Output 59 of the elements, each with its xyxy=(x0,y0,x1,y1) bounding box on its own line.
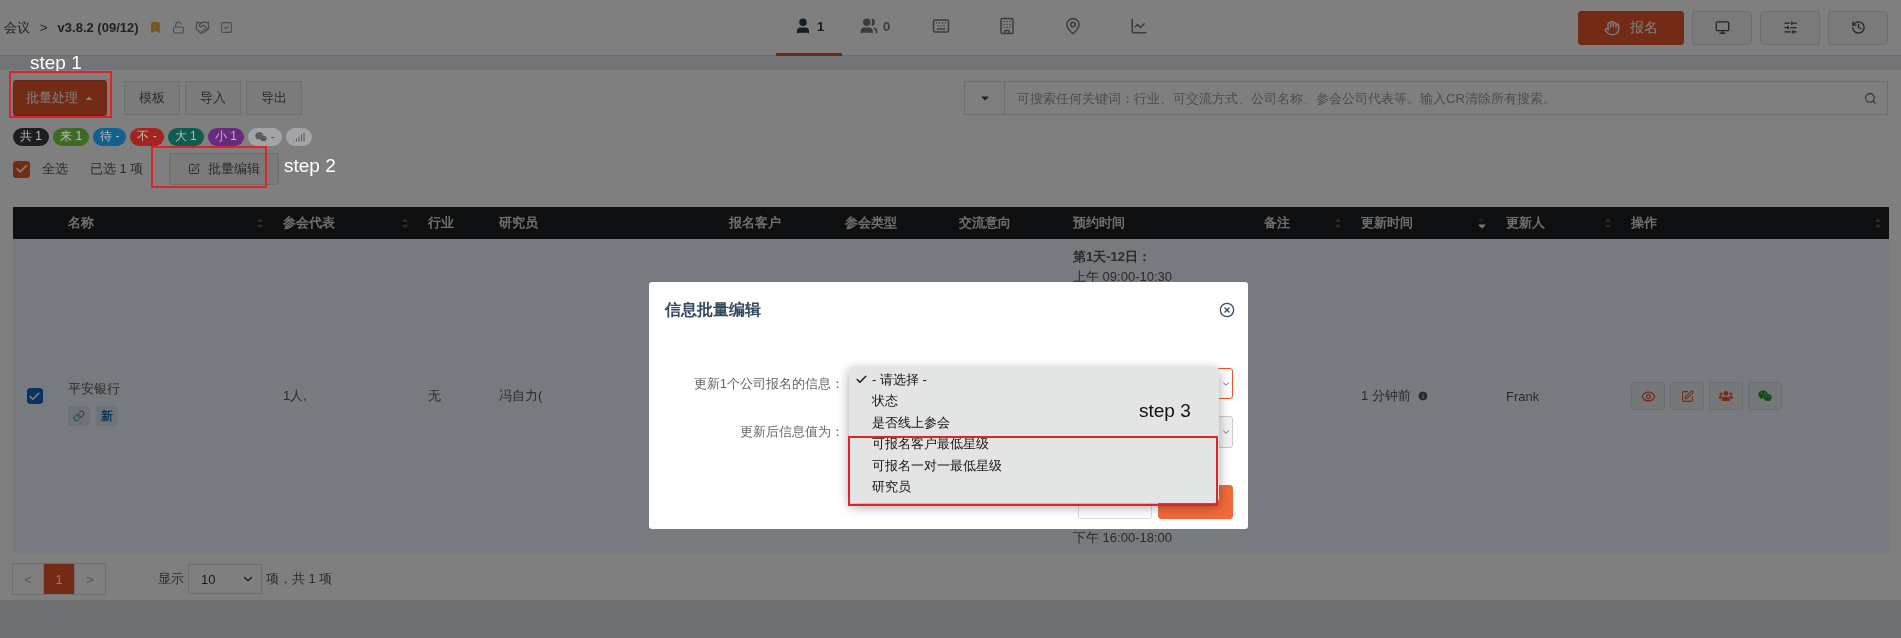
table-cell: 上午 09:00-10:30 xyxy=(1073,268,1172,286)
column-header[interactable]: 更新人 xyxy=(1506,214,1545,232)
register-button[interactable]: 报名 xyxy=(1578,10,1684,45)
dropdown-option[interactable]: 研究员 xyxy=(872,478,911,497)
breadcrumb-separator: > xyxy=(40,20,48,35)
breadcrumb-link[interactable]: 会议 xyxy=(4,18,30,37)
status-tag[interactable]: 不 - xyxy=(130,127,164,146)
prev-page-button[interactable]: < xyxy=(12,563,44,595)
table-cell: 1 分钟前 xyxy=(1361,387,1411,405)
column-header[interactable]: 预约时间 xyxy=(1073,214,1125,232)
status-tag[interactable]: 来 1 xyxy=(53,127,90,146)
dropdown-option[interactable]: 是否线上参会 xyxy=(872,413,950,432)
dropdown-option[interactable]: 可报名一对一最低星级 xyxy=(872,456,1002,475)
new-badge: 新 xyxy=(96,406,118,426)
batch-edit-button[interactable]: 批量编辑 xyxy=(169,153,280,185)
dropdown-option[interactable]: - 请选择 - xyxy=(872,370,927,389)
toolbar-button[interactable]: 导出 xyxy=(246,81,302,115)
table-cell: 1人, xyxy=(283,387,307,405)
selected-count: 已选 1 项 xyxy=(90,160,144,178)
table-cell: 无 xyxy=(428,387,441,405)
page-button[interactable]: 1 xyxy=(43,563,75,595)
column-header[interactable]: 参会类型 xyxy=(845,214,897,232)
status-tag[interactable]: 大 1 xyxy=(167,127,204,146)
status-tag[interactable]: 待 - xyxy=(93,127,127,146)
column-header[interactable]: 报名客户 xyxy=(729,214,781,232)
page-summary: 项，共 1 项 xyxy=(266,570,333,588)
dropdown-option[interactable]: 状态 xyxy=(872,392,898,411)
batch-process-button[interactable]: 批量处理 xyxy=(13,80,107,116)
column-header[interactable]: 名称 xyxy=(68,214,94,232)
version-label: v3.8.2 (09/12) xyxy=(57,20,139,35)
step-label: step 2 xyxy=(284,155,336,177)
wechat-tag[interactable]: - xyxy=(247,127,282,146)
field-label: 更新1个公司报名的信息： xyxy=(692,374,845,393)
select-all-label: 全选 xyxy=(42,160,68,178)
dialog-title: 信息批量编辑 xyxy=(665,300,761,320)
column-header[interactable]: 交流意向 xyxy=(959,214,1011,232)
table-cell: Frank xyxy=(1506,388,1540,404)
table-cell: 第1天-12日： xyxy=(1073,248,1152,266)
status-tag[interactable]: 小 1 xyxy=(207,127,244,146)
show-label: 显示 xyxy=(158,570,184,588)
page-size-select[interactable]: 10 xyxy=(188,564,262,594)
step-label: step 1 xyxy=(30,52,82,74)
column-header[interactable]: 参会代表 xyxy=(283,214,335,232)
column-header[interactable]: 行业 xyxy=(428,214,454,232)
status-tag[interactable]: 共 1 xyxy=(13,127,50,146)
column-header[interactable]: 更新时间 xyxy=(1361,214,1413,232)
toolbar-button[interactable]: 导入 xyxy=(185,81,241,115)
field-label: 更新后信息值为： xyxy=(739,423,845,441)
nav-tab[interactable]: 0 xyxy=(842,0,908,56)
table-cell: 下午 16:00-18:00 xyxy=(1073,529,1172,547)
table-cell: 冯自力( xyxy=(499,387,543,405)
toolbar-button[interactable]: 模板 xyxy=(124,81,180,115)
column-header[interactable]: 备注 xyxy=(1264,214,1290,232)
table-cell: 平安银行 xyxy=(68,380,120,398)
next-page-button[interactable]: > xyxy=(74,563,106,595)
step-label: step 3 xyxy=(1139,400,1191,422)
dropdown-option[interactable]: 可报名客户最低星级 xyxy=(872,435,989,454)
column-header[interactable]: 操作 xyxy=(1631,214,1657,232)
column-header[interactable]: 研究员 xyxy=(499,214,538,232)
